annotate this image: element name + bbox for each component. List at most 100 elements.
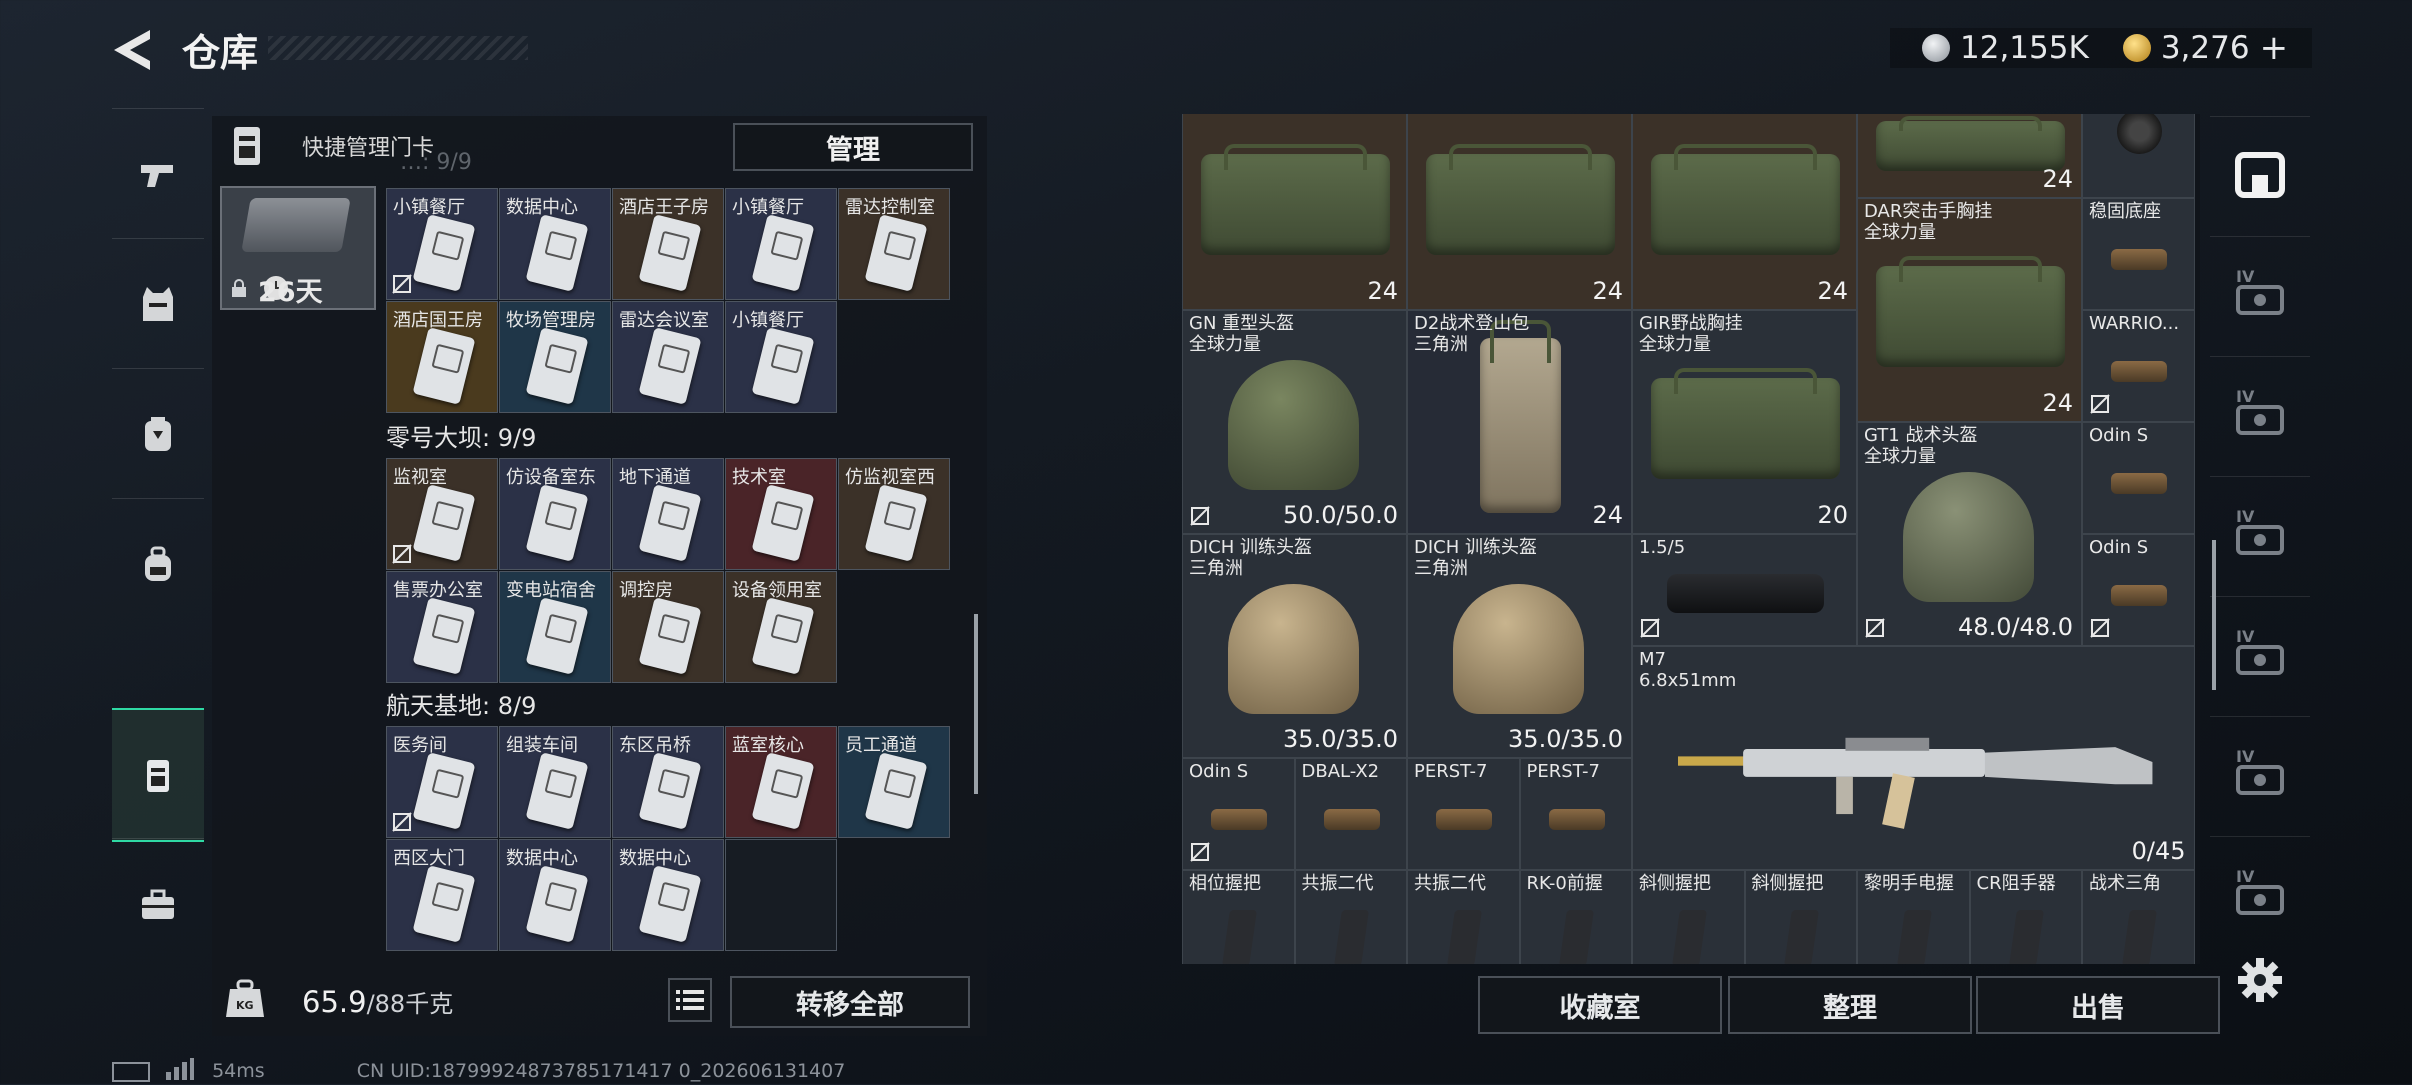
stash-item[interactable]: DBAL-X2 [1294,758,1407,870]
storage-tab[interactable]: IV [2210,836,2310,957]
keycard-item[interactable]: 东区吊桥 [612,726,724,838]
keycard-item[interactable]: 小镇餐厅 [725,188,837,300]
keycard-item[interactable]: 变电站宿舍 [499,571,611,683]
small-icon [2111,249,2168,270]
keycard-image [751,327,815,405]
keycard-item[interactable]: 小镇餐厅 [725,301,837,413]
stash-item[interactable] [2082,114,2195,198]
stash-item[interactable]: 斜侧握把 [1632,870,1745,964]
keycard-item[interactable]: 监视室 [386,458,498,570]
keycard-scrollbar[interactable] [974,614,978,794]
stash-item[interactable]: DAR突击手胸挂 全球力量 24 [1857,198,2082,422]
keycard-item[interactable]: 牧场管理房 [499,301,611,413]
storage-tab[interactable]: IV [2210,716,2310,837]
stash-item[interactable]: 斜侧握把 [1744,870,1857,964]
stash-item[interactable]: DICH 训练头盔 三角洲 35.0/35.0 [1182,534,1407,758]
stash-item[interactable]: 黎明手电握 [1857,870,1970,964]
keycard-item[interactable]: 地下通道 [612,458,724,570]
stash-item[interactable]: 全球力量24 [1632,114,1857,310]
stash-item[interactable]: DICH 训练头盔 三角洲 35.0/35.0 [1407,534,1632,758]
keycard-item[interactable]: 数据中心 [499,839,611,951]
keycard-item[interactable]: 雷达控制室 [838,188,950,300]
keycard-item[interactable]: 酒店国王房 [386,301,498,413]
helmet-icon [1453,584,1584,715]
storage-tab[interactable] [2210,116,2310,237]
keycard-item[interactable]: 西区大门 [386,839,498,951]
stash-item[interactable]: 全球力量24 [1407,114,1632,310]
item-name: DICH 训练头盔 三角洲 [1189,537,1312,579]
stash-item[interactable]: 24 [1857,114,2082,198]
not-bound-icon [391,543,413,565]
stash-item[interactable]: RK-0前握 [1519,870,1632,964]
storage-tab[interactable]: IV [2210,476,2310,597]
back-button[interactable] [110,28,158,72]
keycard-item[interactable]: 小镇餐厅 [386,188,498,300]
keycard-item[interactable]: 医务间 [386,726,498,838]
keycard-item[interactable]: 调控房 [612,571,724,683]
nav-vests[interactable] [112,238,204,369]
nav-tools[interactable] [112,838,204,969]
tier4-case-2-icon: IV [2232,387,2288,441]
keycard-item[interactable]: 数据中心 [499,188,611,300]
stash-item[interactable]: GT1 战术头盔 全球力量 48.0/48.0 [1857,422,2082,646]
stash-item[interactable]: WARRIO... [2082,310,2195,422]
stash-item[interactable]: Odin S [1182,758,1295,870]
nav-backpacks[interactable] [112,498,204,629]
keycard-item[interactable]: 技术室 [725,458,837,570]
stash-item[interactable]: Odin S [2082,534,2195,646]
keycard-item[interactable]: 酒店王子房 [612,188,724,300]
keycard-image [638,484,702,562]
stash-item[interactable]: GN 重型头盔 全球力量 50.0/50.0 [1182,310,1407,534]
keycard-item[interactable]: 雷达会议室 [612,301,724,413]
transfer-all-button[interactable]: 转移全部 [730,976,970,1028]
nav-weapons[interactable] [112,108,204,239]
storage-tab[interactable]: IV [2210,596,2310,717]
keycard-image [412,865,476,943]
item-name: PERST-7 [1414,761,1488,782]
keycard-item[interactable]: 员工通道 [838,726,950,838]
keycard-image [638,865,702,943]
keycard-item[interactable]: 仿设备室东 [499,458,611,570]
nav-armor-bags[interactable] [112,368,204,499]
keycard-label: 设备领用室 [732,580,822,601]
keycard-label: 雷达控制室 [845,197,935,218]
manage-button[interactable]: 管理 [733,123,973,171]
storage-tab[interactable]: IV [2210,236,2310,357]
grip-icon [1896,910,1932,964]
item-name: 黎明手电握 [1864,873,1954,894]
sort-button[interactable]: 整理 [1728,976,1972,1034]
stash-item[interactable]: PERST-7 [1519,758,1632,870]
keycard-item[interactable]: 蓝室核心 [725,726,837,838]
item-name: Odin S [2089,537,2149,558]
stash-item[interactable]: GIR野战胸挂 全球力量 20 [1632,310,1857,534]
not-bound-icon [391,273,413,295]
keycard-item[interactable]: 售票办公室 [386,571,498,683]
stash-item[interactable]: 全球力量24 [1182,114,1407,310]
keycard-image [525,214,589,292]
keycard-item[interactable]: 组装车间 [499,726,611,838]
stash-item[interactable]: PERST-7 [1407,758,1520,870]
stash-item[interactable]: CR阻手器 [1969,870,2082,964]
stash-item[interactable]: M7 6.8x51mm 0/45 [1632,646,2195,870]
item-name: Odin S [2089,425,2149,446]
sell-button[interactable]: 出售 [1976,976,2220,1034]
keycard-item[interactable]: 设备领用室 [725,571,837,683]
keycard-item[interactable]: 仿监视室西 [838,458,950,570]
add-gold-button[interactable]: + [2260,28,2289,68]
settings-gear-icon[interactable] [2236,956,2284,1004]
storage-tab[interactable]: IV [2210,356,2310,477]
nav-keycards[interactable] [112,708,204,842]
storage-tabs-scrollbar[interactable] [2212,540,2216,690]
stash-item[interactable]: 共振二代 [1407,870,1520,964]
stash-item[interactable]: 共振二代 [1294,870,1407,964]
stash-item[interactable]: D2战术登山包 三角洲 24 [1407,310,1632,534]
grip-icon [1559,910,1595,964]
stash-item[interactable]: Odin S [2082,422,2195,534]
stash-item[interactable]: 相位握把 [1182,870,1295,964]
stash-item[interactable]: 战术三角 [2082,870,2195,964]
stash-item[interactable]: 稳固底座 [2082,198,2195,310]
stash-item[interactable]: 1.5/5 [1632,534,1857,646]
list-view-button[interactable] [668,978,712,1022]
collection-room-button[interactable]: 收藏室 [1478,976,1722,1034]
keycard-item[interactable]: 数据中心 [612,839,724,951]
